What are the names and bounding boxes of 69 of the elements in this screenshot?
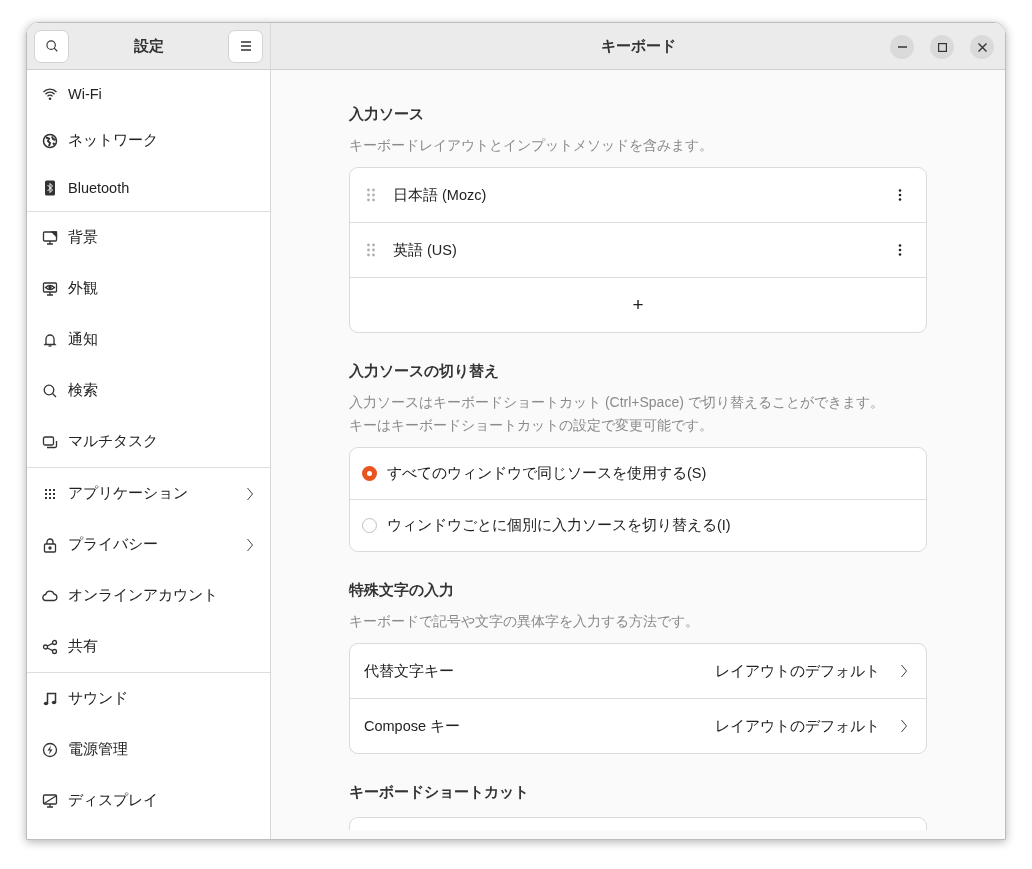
chevron-icon [900, 719, 908, 733]
bell-icon [42, 331, 58, 348]
music-note-icon [42, 690, 58, 707]
setting-value: レイアウトのデフォルト [715, 661, 880, 681]
monitor-icon [42, 229, 58, 246]
radio-option[interactable]: ウィンドウごとに個別に入力ソースを切り替える(I) [350, 499, 926, 551]
chevron-icon [900, 664, 908, 678]
minimize-button[interactable] [890, 35, 914, 59]
sidebar-item[interactable]: 背景 [27, 212, 270, 263]
windows-icon [42, 433, 58, 450]
section-description: 入力ソースはキーボードショートカット (Ctrl+Space) で切り替えることができます。 [349, 393, 885, 412]
section-heading: キーボードショートカット [349, 783, 530, 802]
sidebar-title: 設定 [133, 36, 164, 56]
minimize-icon [897, 46, 907, 48]
search-icon [42, 382, 58, 399]
sidebar-item[interactable]: 外観 [27, 263, 270, 314]
section-heading: 入力ソース [349, 105, 425, 124]
cloud-icon [42, 587, 58, 604]
input-source-label: 日本語 (Mozc) [393, 185, 488, 205]
setting-row[interactable]: Compose キー レイアウトのデフォルト [350, 698, 926, 753]
menu-icon [239, 41, 252, 51]
radio-label: ウィンドウごとに個別に入力ソースを切り替える(I) [387, 516, 732, 535]
close-icon [977, 42, 987, 52]
sidebar-item[interactable]: ディスプレイ [27, 775, 270, 826]
radio-button[interactable] [362, 466, 377, 481]
drag-handle-icon[interactable] [366, 187, 376, 203]
window-title: キーボード [600, 36, 676, 56]
section-heading: 特殊文字の入力 [349, 581, 455, 600]
sidebar-item[interactable]: 通知 [27, 314, 270, 365]
setting-row[interactable]: 代替文字キー レイアウトのデフォルト [350, 644, 926, 698]
more-options-icon[interactable] [898, 188, 902, 202]
sidebar-item[interactable]: アプリケーション [27, 468, 270, 519]
monitor-icon [42, 792, 58, 809]
section-description: キーボードレイアウトとインプットメソッドを含みます。 [349, 136, 714, 155]
sidebar-item[interactable]: ネットワーク [27, 117, 270, 164]
padlock-icon [42, 536, 58, 553]
sidebar-item[interactable]: 電源管理 [27, 724, 270, 775]
globe-icon [42, 132, 58, 149]
section-description: キーはキーボードショートカットの設定で変更可能です。 [349, 416, 714, 435]
monitor-eye-icon [42, 280, 58, 297]
section-description: キーボードで記号や文字の異体字を入力する方法です。 [349, 612, 700, 631]
share-icon [42, 638, 58, 655]
sidebar-item[interactable]: プライバシー [27, 519, 270, 570]
search-icon [44, 39, 59, 53]
power-bolt-icon [42, 741, 58, 758]
setting-value: レイアウトのデフォルト [715, 716, 880, 736]
bluetooth-icon [44, 179, 56, 196]
sidebar-item[interactable]: Wi-Fi [27, 70, 270, 117]
search-button[interactable] [34, 29, 69, 63]
sidebar-item[interactable]: マルチタスク [27, 416, 270, 467]
input-source-label: 英語 (US) [393, 240, 458, 260]
sidebar-item[interactable]: 共有 [27, 621, 270, 672]
radio-option[interactable]: すべてのウィンドウで同じソースを使用する(S) [350, 448, 926, 499]
sidebar-item[interactable]: 検索 [27, 365, 270, 416]
add-button[interactable]: + [350, 277, 926, 332]
menu-button[interactable] [228, 29, 263, 63]
close-button[interactable] [970, 35, 994, 59]
radio-label: すべてのウィンドウで同じソースを使用する(S) [387, 464, 708, 483]
drag-handle-icon[interactable] [366, 242, 376, 258]
more-options-icon[interactable] [898, 243, 902, 257]
section-heading: 入力ソースの切り替え [349, 362, 500, 381]
sidebar-item[interactable]: Bluetooth [27, 164, 270, 211]
sidebar-item[interactable]: サウンド [27, 673, 270, 724]
setting-label: 代替文字キー [364, 661, 455, 681]
sidebar-item[interactable]: オンラインアカウント [27, 570, 270, 621]
radio-button[interactable] [362, 518, 377, 533]
maximize-button[interactable] [930, 35, 954, 59]
maximize-icon [937, 42, 947, 52]
setting-label: Compose キー [364, 716, 462, 736]
